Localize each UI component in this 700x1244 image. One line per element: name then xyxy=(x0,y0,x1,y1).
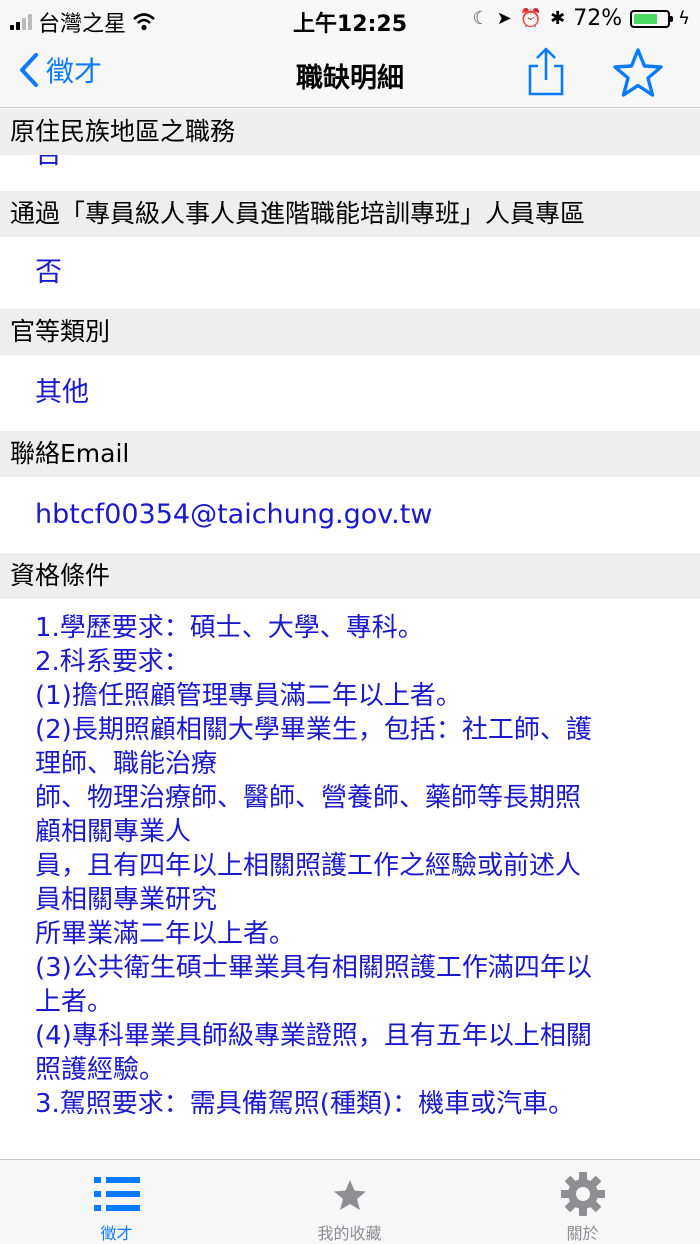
tab-recruit[interactable]: 徵才 xyxy=(0,1160,233,1244)
qualification-line: 理師、職能治療 xyxy=(35,749,218,779)
section-value-rank: 其他 xyxy=(0,355,700,431)
section-value-indigenous-text: 否 xyxy=(35,155,62,173)
section-header-training: 通過「專員級人事人員進階職能培訓專班」人員專區 xyxy=(0,191,700,237)
section-value-indigenous: 否 xyxy=(0,155,700,189)
qualification-line: (3)公共衛生碩士畢業具有相關照護工作滿四年以 xyxy=(35,953,592,983)
location-icon: ➤ xyxy=(496,8,512,29)
status-right: ☾ ➤ ⏰ ✱ 72% ϟ xyxy=(472,6,690,31)
tab-bar: 徵才 我的收藏 關於 xyxy=(0,1159,700,1244)
section-header-rank: 官等類別 xyxy=(0,309,700,355)
qualification-line: (2)長期照顧相關大學畢業生，包括：社工師、護 xyxy=(35,715,592,745)
qualification-line: (1)擔任照顧管理專員滿二年以上者。 xyxy=(35,681,462,711)
charging-icon: ϟ xyxy=(678,8,690,29)
section-header-indigenous: 原住民族地區之職務 xyxy=(0,109,700,155)
gear-icon xyxy=(560,1172,605,1216)
qualification-line: 上者。 xyxy=(35,987,114,1017)
section-value-training: 否 xyxy=(0,237,700,309)
qualification-line: 所畢業滿二年以上者。 xyxy=(35,919,296,949)
qualifications-list: 1.學歷要求：碩士、大學、專科。 2.科系要求： (1)擔任照顧管理專員滿二年以… xyxy=(0,599,700,1121)
tab-favorites[interactable]: 我的收藏 xyxy=(233,1160,466,1244)
qualification-line: 2.科系要求： xyxy=(35,647,190,677)
share-icon xyxy=(528,47,564,96)
favorite-button[interactable] xyxy=(610,46,666,102)
qualification-line: 照護經驗。 xyxy=(35,1055,166,1085)
nav-bar: 徵才 職缺明細 xyxy=(0,36,700,108)
contact-email-link[interactable]: hbtcf00354@taichung.gov.tw xyxy=(0,477,700,553)
qualification-line: 員，且有四年以上相關照護工作之經驗或前述人 xyxy=(35,851,582,881)
battery-percent: 72% xyxy=(573,6,623,31)
section-header-email: 聯絡Email xyxy=(0,431,700,477)
list-icon xyxy=(93,1177,140,1211)
status-bar: 台灣之星 上午12:25 ☾ ➤ ⏰ ✱ 72% ϟ xyxy=(0,0,700,37)
qualification-line: (4)專科畢業具師級專業證照，且有五年以上相關 xyxy=(35,1021,592,1051)
tab-recruit-label: 徵才 xyxy=(100,1224,133,1243)
section-header-qualifications: 資格條件 xyxy=(0,553,700,599)
page-title: 職缺明細 xyxy=(296,63,404,94)
qualification-line: 員相關專業研究 xyxy=(35,885,218,915)
job-detail-content[interactable]: 原住民族地區之職務 否 通過「專員級人事人員進階職能培訓專班」人員專區 否 官等… xyxy=(0,109,700,1159)
qualification-line: 3.駕照要求：需具備駕照(種類)：機車或汽車。 xyxy=(35,1089,575,1119)
battery-fill xyxy=(634,13,658,24)
alarm-icon: ⏰ xyxy=(519,8,543,29)
tab-about[interactable]: 關於 xyxy=(466,1160,699,1244)
moon-icon: ☾ xyxy=(472,8,489,29)
qualification-line: 顧相關專業人 xyxy=(35,817,192,847)
battery-icon xyxy=(630,9,674,28)
qualification-line: 師、物理治療師、醫師、營養師、藥師等長期照 xyxy=(35,783,582,813)
tab-about-label: 關於 xyxy=(566,1224,599,1243)
star-icon xyxy=(333,1180,366,1210)
qualification-line: 1.學歷要求：碩士、大學、專科。 xyxy=(35,613,424,643)
bluetooth-icon: ✱ xyxy=(550,8,566,29)
share-button[interactable] xyxy=(524,46,568,98)
tab-favorites-label: 我的收藏 xyxy=(317,1224,382,1243)
star-outline-icon xyxy=(613,48,663,97)
